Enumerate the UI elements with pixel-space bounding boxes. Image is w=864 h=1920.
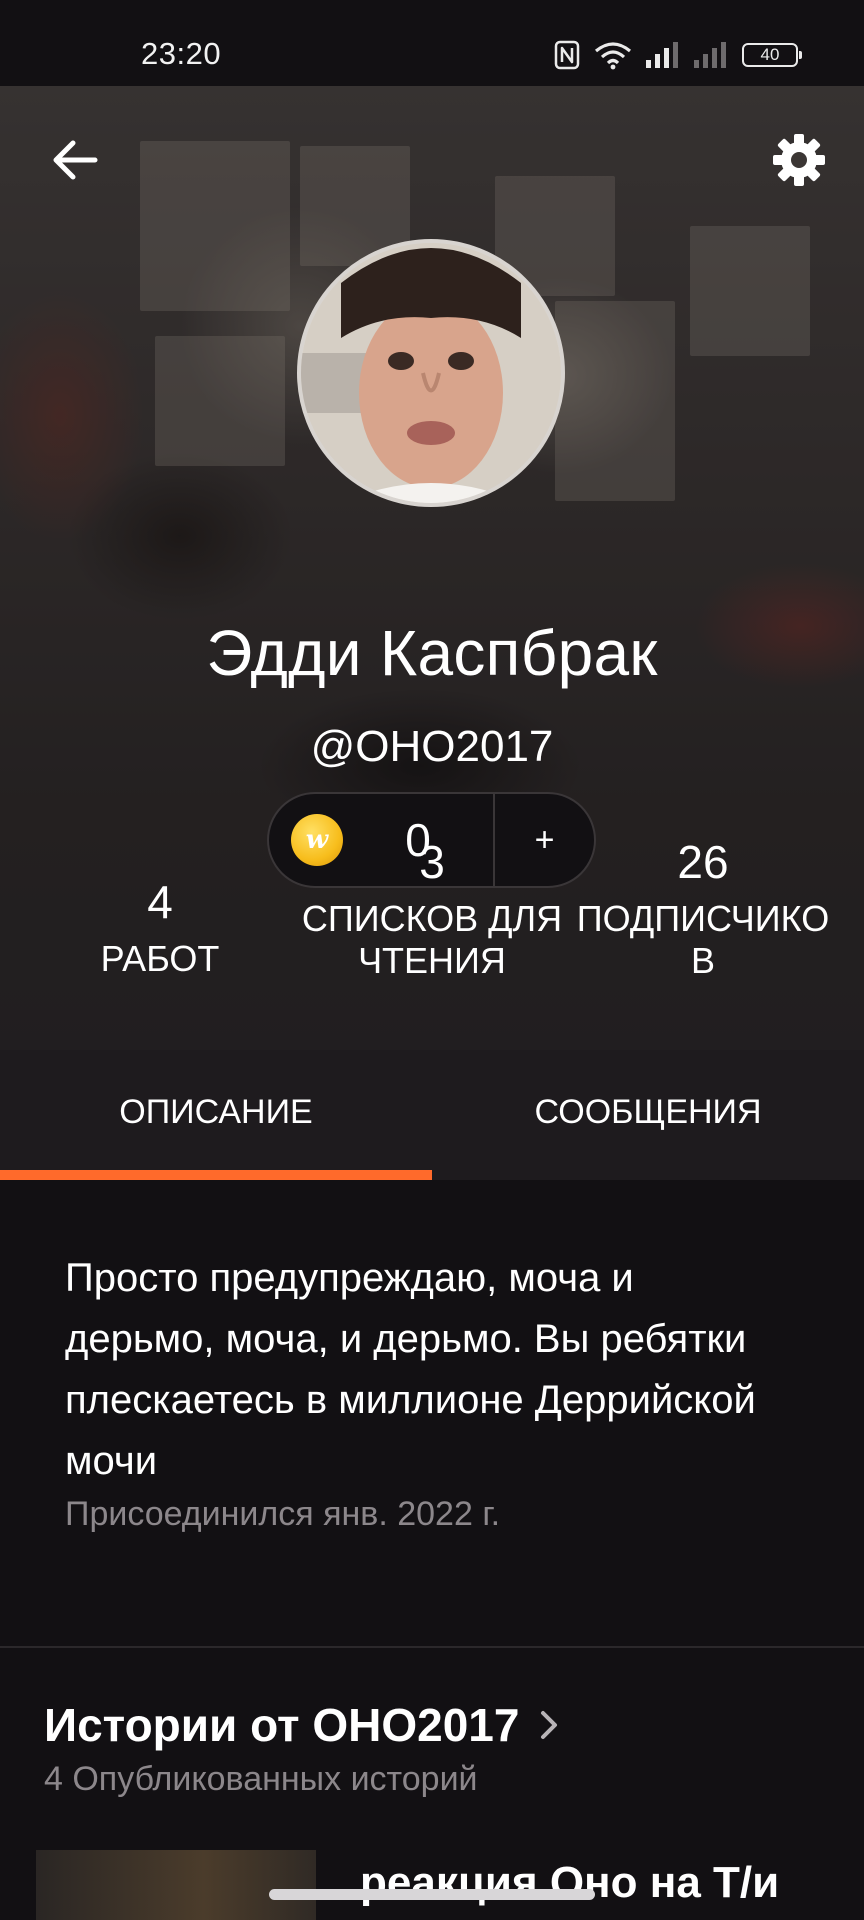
- story-title[interactable]: реакция Оно на Т/и: [360, 1858, 779, 1908]
- tab-messages-label: СООБЩЕНИЯ: [534, 1092, 762, 1131]
- nfc-icon: [554, 40, 580, 70]
- status-time: 23:20: [141, 36, 222, 71]
- stories-title: Истории от OHO2017: [44, 1699, 520, 1751]
- avatar-image: [301, 243, 561, 503]
- status-icons: 40: [554, 38, 802, 72]
- stat-followers-label-1: ПОДПИСЧИКО: [576, 898, 830, 939]
- stories-count: 4 Опубликованных историй: [44, 1760, 478, 1798]
- chevron-right-icon: [541, 1711, 558, 1739]
- battery-icon: 40: [742, 43, 802, 67]
- battery-level: 40: [760, 45, 780, 64]
- about-section: Просто предупреждаю, моча и дерьмо, моча…: [65, 1248, 785, 1536]
- stat-followers-label-2: В: [690, 940, 715, 981]
- stat-followers[interactable]: 26 ПОДПИСЧИКО В: [572, 836, 834, 982]
- profile-name: Эдди Каспбрак: [206, 617, 658, 689]
- stat-works[interactable]: 4 РАБОТ: [70, 876, 250, 980]
- gear-icon: [773, 134, 825, 186]
- home-indicator[interactable]: [269, 1889, 595, 1900]
- tab-about[interactable]: ОПИСАНИЕ: [0, 1050, 432, 1180]
- profile-handle: @OHO2017: [310, 722, 554, 771]
- arrow-left-icon: [53, 140, 98, 180]
- stat-reading-lists-count: 3: [419, 836, 445, 888]
- tab-active-indicator: [0, 1170, 432, 1180]
- signal-icon: [694, 42, 728, 68]
- profile-screen: 23:20 40 Эдди Каспбрак @OHO2017 w 0 + 4 …: [0, 0, 864, 1920]
- tab-messages[interactable]: СООБЩЕНИЯ: [432, 1050, 864, 1180]
- stat-followers-count: 26: [677, 836, 729, 888]
- join-date: Присоединился янв. 2022 г.: [65, 1495, 501, 1533]
- tab-about-label: ОПИСАНИЕ: [119, 1092, 313, 1131]
- story-cover-image[interactable]: [36, 1850, 316, 1920]
- profile-tabs: ОПИСАНИЕ СООБЩЕНИЯ: [0, 1050, 864, 1180]
- profile-cover: Эдди Каспбрак @OHO2017 w 0 + 4 РАБОТ 3 С…: [0, 86, 864, 1050]
- avatar[interactable]: [297, 239, 565, 507]
- settings-button[interactable]: [767, 128, 831, 192]
- stat-reading-lists-label-2: ЧТЕНИЯ: [358, 940, 506, 981]
- wifi-icon: [594, 40, 632, 70]
- signal-icon: [646, 42, 680, 68]
- stat-works-count: 4: [147, 876, 173, 928]
- stat-works-label: РАБОТ: [100, 938, 220, 979]
- stat-reading-lists-label-1: СПИСКОВ ДЛЯ: [301, 898, 563, 939]
- stat-reading-lists[interactable]: 3 СПИСКОВ ДЛЯ ЧТЕНИЯ: [290, 836, 574, 982]
- about-text: Просто предупреждаю, моча и дерьмо, моча…: [65, 1256, 756, 1483]
- stories-header-link[interactable]: Истории от OHO2017: [44, 1695, 563, 1755]
- section-divider: [0, 1646, 864, 1648]
- back-button[interactable]: [43, 128, 107, 192]
- status-bar: 23:20 40: [0, 0, 864, 86]
